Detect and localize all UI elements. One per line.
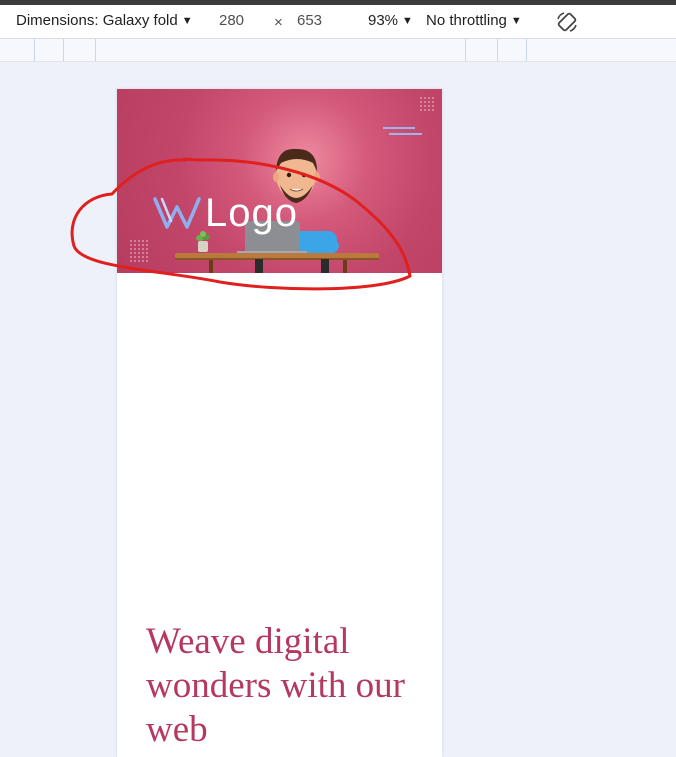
chevron-down-icon: ▼ <box>181 15 193 27</box>
ruler-divider[interactable] <box>95 39 96 61</box>
ruler-divider[interactable] <box>497 39 498 61</box>
hero-banner: Logo <box>117 89 442 273</box>
times-symbol: × <box>274 14 283 31</box>
plant-illustration <box>198 241 208 252</box>
height-input[interactable]: 653 <box>297 12 322 29</box>
ruler-divider[interactable] <box>63 39 64 61</box>
device-select[interactable]: Dimensions: Galaxy fold ▼ <box>16 12 193 29</box>
device-label: Dimensions: Galaxy fold <box>16 12 178 29</box>
device-toolbar: Dimensions: Galaxy fold ▼ 280 × 653 93% ▼ … <box>0 5 676 39</box>
throttling-select[interactable]: No throttling ▼ <box>426 12 522 29</box>
logo-mark-icon <box>153 197 201 229</box>
throttling-label: No throttling <box>426 12 507 29</box>
logo-text: Logo <box>205 191 298 235</box>
hero-illustration <box>130 97 434 273</box>
logo[interactable]: Logo <box>153 193 298 233</box>
chevron-down-icon: ▼ <box>402 15 413 27</box>
rotate-device-icon[interactable] <box>555 10 579 34</box>
chevron-down-icon: ▼ <box>510 15 522 27</box>
width-input[interactable]: 280 <box>219 12 244 29</box>
ruler-divider[interactable] <box>465 39 466 61</box>
zoom-select[interactable]: 93% ▼ <box>368 12 413 29</box>
ruler-divider[interactable] <box>34 39 35 61</box>
device-viewport: Logo Weave digital wonders with our web <box>117 89 442 757</box>
media-query-bar <box>0 39 676 62</box>
zoom-label: 93% <box>368 12 399 29</box>
hero-headline: Weave digital wonders with our web <box>146 621 405 750</box>
ruler-divider[interactable] <box>526 39 527 61</box>
